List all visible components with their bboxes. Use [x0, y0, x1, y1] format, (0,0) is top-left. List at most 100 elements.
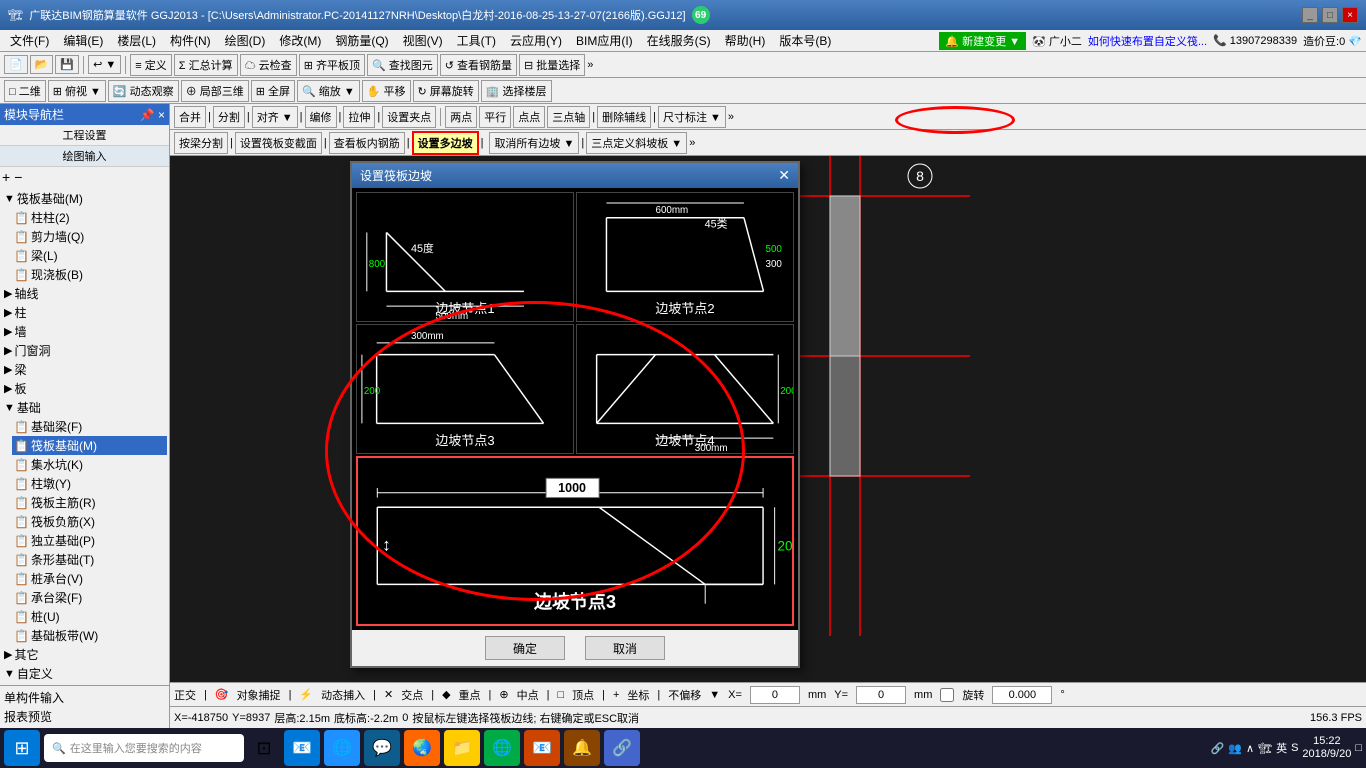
tree-item-cap-beam[interactable]: 📋承台梁(F): [12, 588, 167, 607]
minimize-button[interactable]: _: [1302, 7, 1318, 23]
edit-button[interactable]: 编修: [305, 106, 337, 128]
find-element-button[interactable]: 🔍 查找图元: [367, 54, 438, 76]
tree-item-wall[interactable]: ▶墙: [2, 322, 167, 341]
tree-item-beam2[interactable]: ▶梁: [2, 360, 167, 379]
new-button[interactable]: 📄: [4, 55, 28, 74]
tree-item-opening[interactable]: ▶门窗洞: [2, 341, 167, 360]
tree-item-raft-foundation-main[interactable]: ▼ 筏板基础(M): [2, 189, 167, 208]
dialog-close-button[interactable]: ✕: [778, 167, 790, 184]
rotate-input[interactable]: [992, 686, 1052, 704]
dynamic-view-button[interactable]: 🔄 动态观察: [108, 80, 179, 102]
view-inner-steel-button[interactable]: 查看板内钢筋: [329, 132, 405, 154]
menu-bim[interactable]: BIM应用(I): [570, 30, 639, 51]
menu-online[interactable]: 在线服务(S): [641, 30, 717, 51]
open-button[interactable]: 📂: [30, 55, 54, 74]
tree-item-isolated[interactable]: 📋独立基础(P): [12, 531, 167, 550]
taskbar-app-notify[interactable]: 🔔: [564, 730, 600, 766]
split-button[interactable]: 分割: [213, 106, 245, 128]
tree-item-pile-cap[interactable]: 📋桩承台(V): [12, 569, 167, 588]
tree-item-other[interactable]: ▶其它: [2, 645, 167, 664]
tree-item-neg-steel[interactable]: 📋筏板负筋(X): [12, 512, 167, 531]
point-point-button[interactable]: 点点: [513, 106, 545, 128]
tree-item-pile[interactable]: 📋桩(U): [12, 607, 167, 626]
stretch-button[interactable]: 拉伸: [343, 106, 375, 128]
tree-item-column[interactable]: 📋柱柱(2): [12, 208, 167, 227]
slope-node-4[interactable]: 200 300mm 边坡节点4: [576, 324, 794, 454]
tree-item-custom[interactable]: ▼自定义: [2, 664, 167, 683]
report-preview[interactable]: 报表预览: [2, 707, 167, 726]
tree-item-main-steel[interactable]: 📋筏板主筋(R): [12, 493, 167, 512]
local-3d-button[interactable]: ⊕ 局部三维: [181, 80, 249, 102]
dim-mark-button[interactable]: 尺寸标注 ▼: [658, 106, 726, 128]
menu-cloud[interactable]: 云应用(Y): [504, 30, 568, 51]
menu-edit[interactable]: 编辑(E): [57, 30, 109, 51]
taskbar-app-link[interactable]: 🔗: [604, 730, 640, 766]
single-component-input[interactable]: 单构件输入: [2, 688, 167, 707]
tree-item-raftfound[interactable]: 📋筏板基础(M): [12, 436, 167, 455]
align-button[interactable]: 对齐 ▼: [252, 106, 298, 128]
tree-item-foundation[interactable]: ▼基础: [2, 398, 167, 417]
set-raft-section-button[interactable]: 设置筏板变截面: [235, 132, 322, 154]
slope-node-1[interactable]: 45度 800 500m: [356, 192, 574, 322]
set-multi-slope-button[interactable]: 设置多边坡: [412, 131, 479, 155]
zoom-button[interactable]: 🔍 缩放 ▼: [297, 80, 360, 102]
split-by-beam-button[interactable]: 按梁分割: [174, 132, 228, 154]
taskbar-app-green[interactable]: 🌐: [484, 730, 520, 766]
taskbar-clock[interactable]: 15:22 2018/9/20: [1302, 735, 1351, 761]
close-button[interactable]: ×: [1342, 7, 1358, 23]
tree-item-beam[interactable]: 📋梁(L): [12, 246, 167, 265]
add-icon[interactable]: +: [2, 169, 10, 185]
minus-icon[interactable]: −: [14, 169, 22, 185]
two-point-button[interactable]: 两点: [445, 106, 477, 128]
sum-button[interactable]: Σ 汇总计算: [174, 54, 238, 76]
taskbar-app-email[interactable]: 📧: [284, 730, 320, 766]
maximize-button[interactable]: □: [1322, 7, 1338, 23]
batch-select-button[interactable]: ⊟ 批量选择: [519, 54, 585, 76]
rotate-button[interactable]: ↻ 屏幕旋转: [413, 80, 479, 102]
tree-item-strip-band[interactable]: 📋基础板带(W): [12, 626, 167, 645]
fullscreen-button[interactable]: ⊞ 全屏: [251, 80, 295, 102]
pan-button[interactable]: ✋ 平移: [362, 80, 411, 102]
set-grip-button[interactable]: 设置夹点: [382, 106, 436, 128]
menu-draw[interactable]: 绘图(D): [219, 30, 272, 51]
new-change-button[interactable]: 🔔 新建变更 ▼: [939, 32, 1026, 50]
three-axis-button[interactable]: 三点轴: [547, 106, 590, 128]
menu-modify[interactable]: 修改(M): [273, 30, 327, 51]
menu-view[interactable]: 视图(V): [397, 30, 449, 51]
tree-item-fbeam[interactable]: 📋基础梁(F): [12, 417, 167, 436]
rotate-checkbox[interactable]: [940, 688, 954, 702]
menu-floor[interactable]: 楼层(L): [111, 30, 162, 51]
slope-node-5[interactable]: 1000 200 ↕ 边坡节点3: [356, 456, 794, 626]
tree-item-pit[interactable]: 📋集水坑(K): [12, 455, 167, 474]
tree-item-strip[interactable]: 📋条形基础(T): [12, 550, 167, 569]
confirm-button[interactable]: 确定: [485, 636, 565, 660]
del-aux-button[interactable]: 删除辅线: [597, 106, 651, 128]
parallel-button[interactable]: 平行: [479, 106, 511, 128]
taskbar-app-chat[interactable]: 💬: [364, 730, 400, 766]
taskbar-task-view[interactable]: ⊡: [248, 732, 280, 764]
menu-help[interactable]: 帮助(H): [719, 30, 772, 51]
menu-file[interactable]: 文件(F): [4, 30, 55, 51]
undo-button[interactable]: ↩ ▼: [88, 55, 121, 74]
taskbar-app-ie[interactable]: 🌐: [324, 730, 360, 766]
tree-item-col[interactable]: ▶柱: [2, 303, 167, 322]
slope-node-3[interactable]: 200 300mm 边坡节点3: [356, 324, 574, 454]
menu-version[interactable]: 版本号(B): [773, 30, 837, 51]
menu-steel[interactable]: 钢筋量(Q): [329, 30, 394, 51]
taskbar-app-mail2[interactable]: 📧: [524, 730, 560, 766]
taskbar-notification[interactable]: □: [1355, 742, 1362, 754]
save-button[interactable]: 💾: [55, 55, 79, 74]
x-input[interactable]: [750, 686, 800, 704]
2d-button[interactable]: □ 二维: [4, 80, 46, 102]
top-view-button[interactable]: ⊞ 俯视 ▼: [48, 80, 106, 102]
taskbar-app-ie2[interactable]: 🌏: [404, 730, 440, 766]
taskbar-icon-lang[interactable]: 英: [1276, 740, 1287, 756]
tree-item-pier[interactable]: 📋柱墩(Y): [12, 474, 167, 493]
y-input[interactable]: [856, 686, 906, 704]
section-engineering[interactable]: 工程设置: [0, 125, 169, 146]
slope-node-2[interactable]: 45类: [576, 192, 794, 322]
tree-item-slab[interactable]: 📋现浇板(B): [12, 265, 167, 284]
view-steel-button[interactable]: ↺ 查看钢筋量: [440, 54, 517, 76]
start-button[interactable]: ⊞: [4, 730, 40, 766]
quick-layout-link[interactable]: 如何快速布置自定义筏...: [1088, 33, 1207, 49]
